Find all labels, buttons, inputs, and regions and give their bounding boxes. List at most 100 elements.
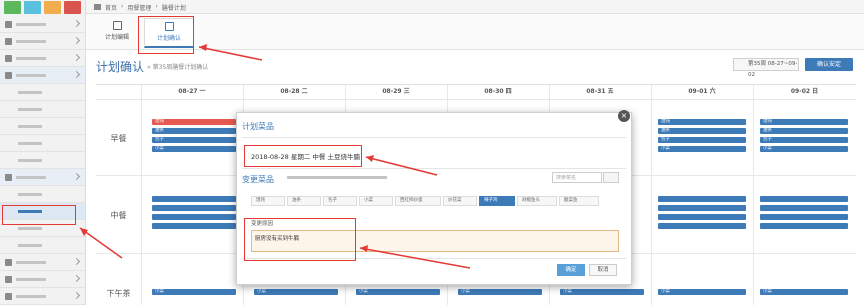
grid-line [651,85,652,305]
menu-tag[interactable] [658,196,746,202]
day-header: 08-27 一 [178,88,206,95]
breadcrumb-item: 膳餐计划 [161,5,186,12]
chevron-icon [72,19,81,28]
dish-option-selected[interactable]: 辣子鸡 [479,196,515,206]
menu-tag[interactable] [152,196,236,202]
day-header: 08-31 五 [586,88,614,95]
menu-tag[interactable]: 油条 [658,128,746,134]
sidebar-subitem[interactable] [0,152,85,169]
dish-option[interactable]: 西红柿炒蛋 [395,196,441,206]
menu-icon [5,293,12,300]
dish-option[interactable]: 油条 [287,196,321,206]
menu-tag[interactable]: 包子 [760,137,848,143]
menu-tag[interactable]: 小菜 [760,146,848,152]
sidebar-item-label [16,295,46,298]
user-icon[interactable] [24,1,41,14]
sidebar-item-label [18,227,42,230]
sidebar-item[interactable] [0,169,85,186]
sidebar-item[interactable] [0,288,85,305]
menu-tag[interactable] [658,214,746,220]
menu-icon [5,276,12,283]
sidebar-item[interactable] [0,254,85,271]
sidebar-item-label [18,193,42,196]
dish-option[interactable]: 剁椒鱼头 [517,196,557,206]
menu-icon [5,55,12,62]
sidebar-subitem[interactable] [0,237,85,254]
tab-bar: 计划编辑 计划确认 [86,14,864,50]
menu-tag[interactable] [760,196,848,202]
sidebar [0,0,86,305]
confirm-button[interactable]: 确认安定 [805,58,853,71]
menu-tag[interactable]: 小菜 [658,146,746,152]
page-title: 计划确认 [96,60,145,74]
chevron-icon [72,70,81,79]
menu-tag[interactable]: 馄饨 [152,119,236,125]
tab-plan-edit[interactable]: 计划编辑 [92,18,142,48]
dish-option[interactable]: 炒花菜 [443,196,477,206]
breadcrumb: 首页 › 用餐管理 › 膳餐计划 [86,0,864,14]
sidebar-item[interactable] [0,271,85,288]
sidebar-subitem[interactable] [0,135,85,152]
dish-option[interactable]: 小菜 [359,196,393,206]
cancel-button[interactable]: 取消 [589,264,617,276]
week-button[interactable]: 第35周 08-27~09-02 [733,58,799,78]
chevron-icon [72,53,81,62]
menu-tag[interactable] [760,205,848,211]
menu-tag[interactable]: 馄饨 [760,119,848,125]
menu-tag[interactable]: 小菜 [658,289,746,295]
sidebar-item-label [16,261,46,264]
menu-tag[interactable]: 油条 [152,128,236,134]
settings-icon[interactable] [64,1,81,14]
menu-tag[interactable]: 小菜 [458,289,542,295]
breadcrumb-item[interactable]: 用餐管理 [127,3,151,12]
sidebar-subitem[interactable] [0,118,85,135]
grid-line [96,99,856,100]
day-header: 08-28 二 [280,88,308,95]
menu-tag[interactable]: 小菜 [254,289,338,295]
dish-option[interactable]: 馄饨 [251,196,285,206]
menu-tag[interactable] [760,223,848,229]
users-icon[interactable] [44,1,61,14]
menu-tag[interactable]: 包子 [658,137,746,143]
close-icon[interactable]: × [618,110,630,122]
sidebar-subitem[interactable] [0,101,85,118]
menu-tag[interactable]: 油条 [760,128,848,134]
menu-tag[interactable]: 小菜 [152,146,236,152]
menu-tag[interactable]: 小菜 [356,289,440,295]
menu-tag[interactable] [658,223,746,229]
menu-tag[interactable]: 小菜 [760,289,848,295]
sidebar-item[interactable] [0,33,85,50]
sidebar-item-label [18,91,42,94]
menu-tag[interactable] [152,223,236,229]
sidebar-item[interactable] [0,50,85,67]
search-icon[interactable] [603,172,619,183]
sidebar-item-label [16,40,46,43]
ok-button[interactable]: 确定 [557,264,585,276]
sidebar-subitem[interactable] [0,186,85,203]
sidebar-item-label [16,176,46,179]
sidebar-subitem[interactable] [0,84,85,101]
sidebar-item[interactable] [0,67,85,84]
menu-tag[interactable]: 包子 [152,137,236,143]
dish-option[interactable]: 包子 [323,196,357,206]
day-header: 09-02 日 [790,88,819,95]
home-icon[interactable] [94,4,101,10]
sidebar-toolbar [0,0,85,16]
dish-option[interactable]: 酸菜鱼 [559,196,599,206]
modal-title: 计划菜品 [242,122,274,131]
chart-icon[interactable] [4,1,21,14]
menu-tag[interactable] [152,214,236,220]
sidebar-item[interactable] [0,16,85,33]
menu-tag[interactable] [152,205,236,211]
menu-icon [5,174,12,181]
search-input[interactable]: 搜索菜名 [552,172,602,183]
breadcrumb-item[interactable]: 首页 [105,3,117,12]
menu-tag[interactable] [760,214,848,220]
chevron-icon [72,257,81,266]
sidebar-item-label [18,159,42,162]
menu-tag[interactable]: 小菜 [152,289,236,295]
menu-tag[interactable] [658,205,746,211]
menu-tag[interactable]: 馄饨 [658,119,746,125]
chevron-icon [72,36,81,45]
menu-tag[interactable]: 小菜 [560,289,644,295]
